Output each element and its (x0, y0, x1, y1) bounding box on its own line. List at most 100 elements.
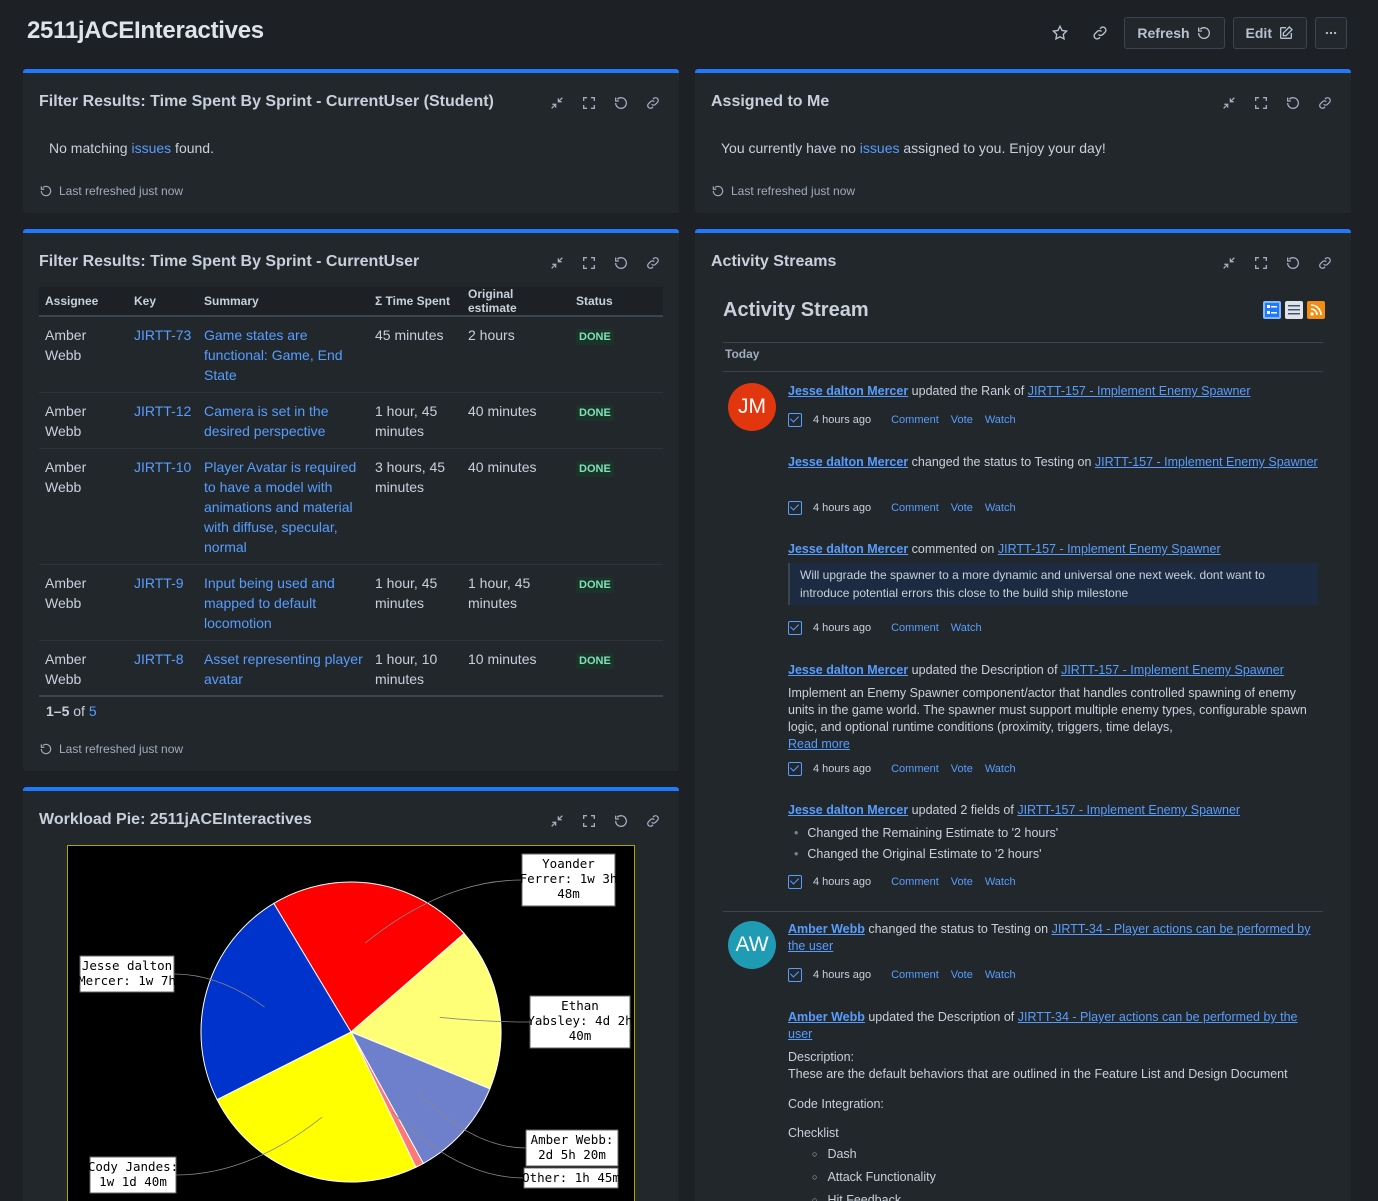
watch-link[interactable]: Watch (985, 876, 1016, 888)
refresh-button[interactable]: Refresh (1124, 17, 1225, 49)
rss-feed-icon[interactable] (1307, 301, 1325, 319)
user-link[interactable]: Jesse dalton Mercer (788, 384, 908, 398)
vote-link[interactable]: Vote (951, 763, 973, 775)
assignee-cell: Amber Webb (45, 650, 87, 687)
issue-summary-link[interactable]: Input being used and mapped to default l… (204, 575, 335, 631)
column-header[interactable]: Status (570, 287, 663, 317)
column-header[interactable]: Σ Time Spent (369, 287, 462, 317)
watch-link[interactable]: Watch (985, 969, 1016, 981)
reload-icon[interactable] (609, 809, 633, 833)
minimize-icon[interactable] (545, 91, 569, 115)
user-link[interactable]: Jesse dalton Mercer (788, 663, 908, 677)
list-item: Attack Functionality (812, 1169, 1318, 1187)
fullscreen-icon[interactable] (577, 91, 601, 115)
avatar-amber-webb[interactable]: AW (728, 921, 776, 969)
issue-summary-link[interactable]: Game states are functional: Game, End St… (204, 327, 343, 383)
fullscreen-icon[interactable] (577, 809, 601, 833)
time-spent-cell: 1 hour, 45 minutes (375, 574, 438, 611)
reload-icon[interactable] (1281, 251, 1305, 275)
link-icon[interactable] (641, 91, 665, 115)
link-icon[interactable] (1084, 17, 1116, 49)
reload-icon[interactable] (1281, 91, 1305, 115)
issue-key-link[interactable]: JIRTT-8 (134, 651, 184, 667)
user-link[interactable]: Amber Webb (788, 1010, 865, 1024)
issue-link[interactable]: JIRTT-157 - Implement Enemy Spawner (998, 542, 1221, 556)
link-icon[interactable] (1313, 251, 1337, 275)
watch-link[interactable]: Watch (985, 763, 1016, 775)
estimate-cell: 40 minutes (468, 458, 537, 475)
assignee-cell: Amber Webb (45, 458, 87, 495)
user-link[interactable]: Jesse dalton Mercer (788, 542, 908, 556)
watch-link[interactable]: Watch (985, 414, 1016, 426)
issue-key-link[interactable]: JIRTT-12 (134, 403, 191, 419)
minimize-icon[interactable] (1217, 251, 1241, 275)
list-view-icon[interactable] (1285, 301, 1303, 319)
more-icon (1325, 31, 1337, 35)
comment-link[interactable]: Comment (891, 622, 939, 634)
comment-link[interactable]: Comment (891, 414, 939, 426)
status-badge: DONE (576, 460, 614, 477)
issue-link[interactable]: JIRTT-157 - Implement Enemy Spawner (1017, 803, 1240, 817)
refresh-icon (40, 743, 52, 755)
reload-icon[interactable] (609, 91, 633, 115)
column-header[interactable]: Original estimate (462, 287, 570, 317)
comment-link[interactable]: Comment (891, 876, 939, 888)
issue-link[interactable]: JIRTT-157 - Implement Enemy Spawner (1095, 455, 1318, 469)
link-icon[interactable] (641, 809, 665, 833)
refresh-label: Refresh (1137, 25, 1190, 41)
link-icon[interactable] (641, 251, 665, 275)
more-actions-button[interactable] (1315, 17, 1347, 49)
fullscreen-icon[interactable] (1249, 91, 1273, 115)
minimize-icon[interactable] (545, 809, 569, 833)
time-spent-cell: 1 hour, 10 minutes (375, 650, 438, 687)
vote-link[interactable]: Vote (951, 502, 973, 514)
issue-link[interactable]: JIRTT-157 - Implement Enemy Spawner (1061, 663, 1284, 677)
vote-link[interactable]: Vote (951, 969, 973, 981)
link-icon[interactable] (1313, 91, 1337, 115)
issue-key-link[interactable]: JIRTT-73 (134, 327, 191, 343)
issues-link[interactable]: issues (131, 140, 171, 156)
column-header[interactable]: Assignee (39, 287, 128, 317)
activity-text: updated the Description of (864, 1010, 1018, 1024)
description-label: Description: (788, 1050, 854, 1064)
fullscreen-icon[interactable] (1249, 251, 1273, 275)
comment-link[interactable]: Comment (891, 502, 939, 514)
edit-button[interactable]: Edit (1232, 17, 1307, 49)
watch-link[interactable]: Watch (985, 502, 1016, 514)
gadget-assigned-to-me: Assigned to Me You currently have no iss… (695, 69, 1351, 213)
minimize-icon[interactable] (1217, 91, 1241, 115)
column-header[interactable]: Summary (198, 287, 369, 317)
vote-link[interactable]: Vote (951, 876, 973, 888)
column-header[interactable]: Key (128, 287, 198, 317)
empty-message: No matching issues found. (49, 140, 663, 156)
pagination-total-link[interactable]: 5 (89, 703, 97, 719)
star-icon[interactable] (1044, 17, 1076, 49)
user-link[interactable]: Amber Webb (788, 922, 865, 936)
gadget-title: Workload Pie: 2511jACEInteractives (39, 811, 312, 828)
description-body: Description: These are the default behav… (788, 1049, 1318, 1201)
issue-key-link[interactable]: JIRTT-9 (134, 575, 184, 591)
fullscreen-icon[interactable] (577, 251, 601, 275)
reload-icon[interactable] (609, 251, 633, 275)
changed-fields: Changed the Remaining Estimate to '2 hou… (788, 825, 1318, 863)
activity-meta: 4 hours ago Comment Watch (788, 621, 982, 635)
issue-summary-link[interactable]: Player Avatar is required to have a mode… (204, 459, 356, 555)
issue-key-link[interactable]: JIRTT-10 (134, 459, 191, 475)
minimize-icon[interactable] (545, 251, 569, 275)
avatar-jesse-dalton-mercer[interactable]: JM (728, 383, 776, 431)
activity-entry: Amber Webb updated the Description of JI… (788, 1009, 1318, 1043)
issue-link[interactable]: JIRTT-157 - Implement Enemy Spawner (1028, 384, 1251, 398)
user-link[interactable]: Jesse dalton Mercer (788, 803, 908, 817)
comment-link[interactable]: Comment (891, 969, 939, 981)
issues-link[interactable]: issues (860, 140, 900, 156)
comment-link[interactable]: Comment (891, 763, 939, 775)
issue-summary-link[interactable]: Asset representing player avatar (204, 651, 363, 687)
watch-link[interactable]: Watch (951, 622, 982, 634)
user-link[interactable]: Jesse dalton Mercer (788, 455, 908, 469)
full-view-icon[interactable] (1263, 301, 1281, 319)
activity-entry: Amber Webb changed the status to Testing… (788, 921, 1318, 955)
activity-meta: 4 hours ago Comment Vote Watch (788, 413, 1016, 427)
read-more-link[interactable]: Read more (788, 737, 850, 751)
vote-link[interactable]: Vote (951, 414, 973, 426)
issue-summary-link[interactable]: Camera is set in the desired perspective (204, 403, 329, 439)
